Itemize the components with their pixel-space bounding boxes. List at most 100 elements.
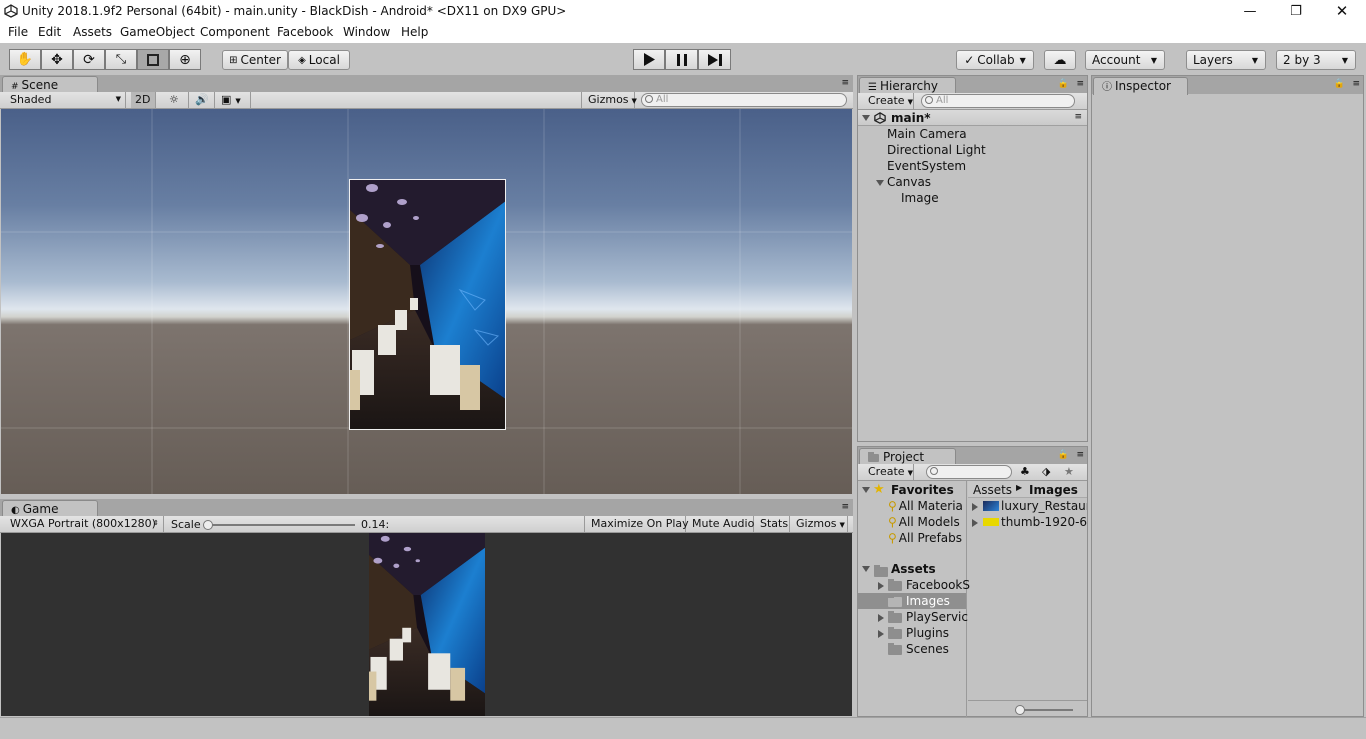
hierarchy-search-input[interactable]: All [921, 94, 1075, 108]
game-viewport[interactable] [1, 533, 852, 716]
dropdown-arrow-icon: ▼ [907, 98, 913, 106]
hierarchy-item-eventsystem[interactable]: EventSystem [887, 159, 966, 173]
move-tool-button[interactable]: ✥ [41, 49, 73, 70]
expand-arrow-icon[interactable] [862, 566, 870, 572]
expand-arrow-icon[interactable] [878, 630, 884, 638]
project-folder-tree: ★ Favorites ⚲ All Materia ⚲ All Models ⚲ Al… [858, 481, 970, 717]
menu-facebook[interactable]: Facebook [277, 25, 333, 39]
expand-arrow-icon[interactable] [862, 487, 870, 493]
panel-menu-icon[interactable]: ≡ [1076, 79, 1084, 89]
collab-dropdown[interactable]: ✓ Collab ▼ [956, 50, 1034, 70]
game-gizmos-dropdown[interactable]: Gizmos ▼ [790, 516, 848, 532]
folder-facebooksdk[interactable]: FacebookS [888, 578, 970, 592]
lighting-toggle[interactable]: ☼ [163, 92, 189, 108]
favorite-all-materials[interactable]: ⚲ All Materia [888, 499, 963, 513]
filter-type-icon[interactable]: ♣ [1020, 465, 1030, 478]
maximize-label: Maximize On Play [591, 517, 689, 530]
audio-toggle[interactable]: 🔊 [189, 92, 215, 108]
panel-menu-icon[interactable]: ≡ [1076, 450, 1084, 460]
menu-component[interactable]: Component [200, 25, 270, 39]
folder-playservices[interactable]: PlayServic [888, 610, 968, 624]
folder-scenes[interactable]: Scenes [888, 642, 949, 656]
scale-tool-button[interactable]: ⤡ [105, 49, 137, 70]
favorite-star-icon[interactable]: ★ [1064, 465, 1074, 478]
account-dropdown[interactable]: Account ▼ [1085, 50, 1165, 70]
hierarchy-create-dropdown[interactable]: Create ▼ [862, 93, 914, 109]
scene-viewport[interactable] [1, 109, 852, 494]
rotate-tool-button[interactable]: ⟳ [73, 49, 105, 70]
restore-button[interactable]: ❐ [1273, 0, 1319, 23]
filter-label-icon[interactable]: ⬗ [1042, 465, 1050, 478]
cloud-button[interactable]: ☁ [1044, 50, 1076, 70]
asset-luxury-restaurant[interactable]: luxury_Restaur [983, 499, 1087, 513]
hierarchy-item-main-camera[interactable]: Main Camera [887, 127, 967, 141]
step-button[interactable] [698, 49, 731, 70]
lock-icon[interactable]: 🔒 [1334, 79, 1345, 89]
menu-help[interactable]: Help [401, 25, 428, 39]
breadcrumb-images[interactable]: Images [1029, 483, 1078, 497]
hierarchy-item-image[interactable]: Image [901, 191, 939, 205]
hierarchy-item-canvas[interactable]: Canvas [887, 175, 931, 189]
scene-image-object[interactable] [349, 179, 506, 430]
scene-gizmos-dropdown[interactable]: Gizmos ▼ [581, 92, 637, 108]
menu-assets[interactable]: Assets [73, 25, 112, 39]
icon-size-slider-thumb[interactable] [1015, 705, 1025, 715]
panel-menu-icon[interactable]: ≡ [841, 502, 849, 512]
layout-label: 2 by 3 [1283, 53, 1321, 67]
mode-2d-toggle[interactable]: 2D [131, 92, 156, 108]
expand-arrow-icon[interactable] [878, 582, 884, 590]
scene-search-input[interactable]: All [641, 93, 847, 107]
folder-plugins[interactable]: Plugins [888, 626, 949, 640]
asset-label: luxury_Restaur [1001, 499, 1087, 513]
expand-arrow-icon[interactable] [972, 519, 978, 527]
scale-slider[interactable] [203, 520, 355, 530]
favorite-all-models[interactable]: ⚲ All Models [888, 515, 960, 529]
layers-dropdown[interactable]: Layers ▼ [1186, 50, 1266, 70]
favorite-all-prefabs[interactable]: ⚲ All Prefabs [888, 531, 962, 545]
close-button[interactable]: ✕ [1319, 0, 1365, 23]
game-toolbar: WXGA Portrait (800x1280) ⇕ Scale 0.14: Ma… [0, 516, 853, 533]
project-search-input[interactable] [926, 465, 1012, 479]
maximize-on-play-toggle[interactable]: Maximize On Play [584, 516, 689, 532]
layout-dropdown[interactable]: 2 by 3 ▼ [1276, 50, 1356, 70]
folder-images[interactable]: Images [888, 594, 950, 608]
hierarchy-item-directional-light[interactable]: Directional Light [887, 143, 986, 157]
pivot-local-button[interactable]: ◈ Local [288, 50, 350, 70]
panel-menu-icon[interactable]: ≡ [841, 78, 849, 88]
scene-menu-icon[interactable]: ≡ [1074, 112, 1082, 122]
pause-button[interactable] [665, 49, 698, 70]
shading-mode-dropdown[interactable]: Shaded ▼ [4, 92, 126, 108]
breadcrumb-assets[interactable]: Assets [973, 483, 1012, 497]
panel-menu-icon[interactable]: ≡ [1352, 79, 1360, 89]
menu-edit[interactable]: Edit [38, 25, 61, 39]
project-create-dropdown[interactable]: Create ▼ [862, 464, 914, 480]
menu-window[interactable]: Window [343, 25, 390, 39]
menu-gameobject[interactable]: GameObject [120, 25, 195, 39]
scale-slider-thumb[interactable] [203, 520, 213, 530]
pivot-center-button[interactable]: ⊞ Center [222, 50, 288, 70]
lock-icon[interactable]: 🔒 [1058, 79, 1069, 89]
minimize-button[interactable]: — [1227, 0, 1273, 23]
menu-file[interactable]: File [8, 25, 28, 39]
rect-tool-button[interactable] [137, 49, 169, 70]
stats-toggle[interactable]: Stats [754, 516, 790, 532]
scene-header-row[interactable]: main* ≡ [858, 110, 1087, 126]
asset-thumb[interactable]: thumb-1920-69 [983, 515, 1087, 529]
tab-inspector[interactable]: ⓘ Inspector [1093, 77, 1188, 95]
expand-arrow-icon[interactable] [878, 614, 884, 622]
lock-icon[interactable]: 🔒 [1058, 450, 1069, 460]
hand-tool-button[interactable]: ✋ [9, 49, 41, 70]
expand-arrow-icon[interactable] [876, 180, 884, 186]
expand-arrow-icon[interactable] [972, 503, 978, 511]
mute-audio-toggle[interactable]: Mute Audio [686, 516, 754, 532]
icon-size-slider[interactable] [1015, 705, 1073, 715]
effects-dropdown[interactable]: ▣ ▼ [215, 92, 251, 108]
expand-arrow-icon[interactable] [862, 115, 870, 121]
transform-tool-button[interactable]: ⊕ [169, 49, 201, 70]
search-folder-icon: ⚲ [888, 499, 897, 513]
play-button[interactable] [633, 49, 665, 70]
search-placeholder: All [936, 95, 949, 106]
search-icon [930, 467, 938, 475]
resolution-dropdown[interactable]: WXGA Portrait (800x1280) ⇕ [4, 516, 164, 532]
scale-value: 0.14: [361, 518, 390, 531]
